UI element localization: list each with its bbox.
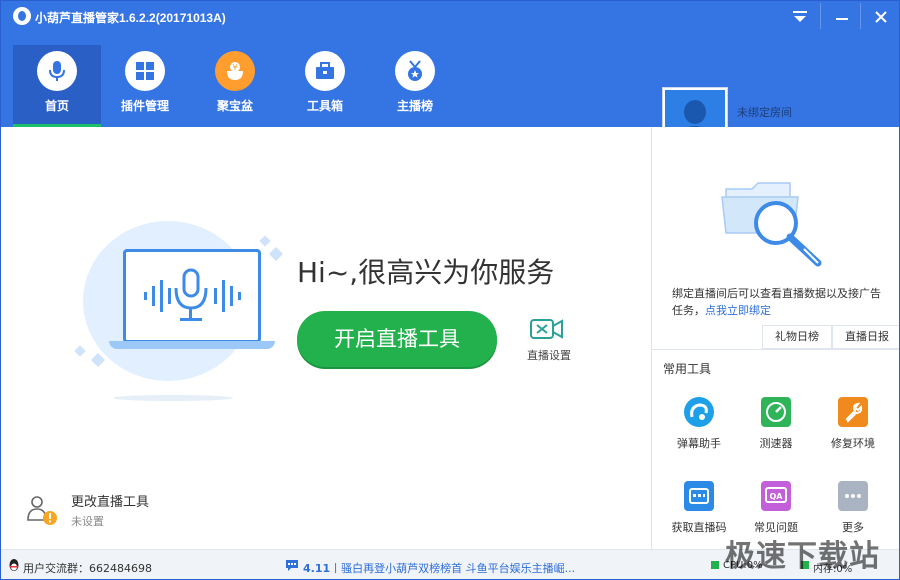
tool-repair-environment[interactable]: 修复环境: [820, 397, 886, 459]
qa-icon: QA: [761, 481, 791, 511]
nav-item-plugins[interactable]: 插件管理: [101, 45, 189, 127]
nav-item-treasure[interactable]: ¥ 聚宝盆: [191, 45, 279, 127]
change-live-tool[interactable]: 更改直播工具 未设置: [25, 489, 225, 529]
svg-text:¥: ¥: [232, 63, 237, 72]
news-headline: 丨骚白再登小葫芦双榜榜首 斗鱼平台娱乐主播崛...: [330, 562, 576, 575]
tool-get-stream-code[interactable]: 获取直播码: [666, 481, 732, 543]
plugin-icon: [125, 51, 165, 91]
close-icon: [875, 11, 887, 23]
tool-label: 弹幕助手: [677, 437, 721, 450]
users-warning-icon: [27, 496, 57, 525]
change-tool-status: 未设置: [71, 515, 104, 528]
live-settings-button[interactable]: 直播设置: [521, 317, 575, 363]
app-title: 小葫芦直播管家1.6.2.2(20171013A): [35, 11, 226, 25]
nav-item-ranking[interactable]: 主播榜: [371, 45, 459, 127]
repair-icon: [838, 397, 868, 427]
live-settings-label: 直播设置: [527, 349, 571, 362]
welcome-greeting: Hi~,很高兴为你服务: [297, 256, 555, 289]
right-panel: 绑定直播间后可以查看直播数据以及接广告任务，点我立即绑定 礼物日榜 直播日报 常…: [651, 127, 899, 549]
bind-description: 绑定直播间后可以查看直播数据以及接广告任务，点我立即绑定: [672, 285, 890, 319]
bind-description-text: 绑定直播间后可以查看直播数据以及接广告任务，: [672, 287, 881, 317]
tool-label: 测速器: [759, 437, 793, 450]
search-folder-icon: [721, 182, 822, 267]
nav-label: 首页: [44, 99, 69, 113]
nav-item-home[interactable]: 首页: [13, 45, 101, 127]
laptop-illustration: [123, 249, 261, 343]
tool-danmaku-assistant[interactable]: 弹幕助手: [666, 397, 732, 459]
close-button[interactable]: [866, 1, 896, 31]
nav-item-toolbox[interactable]: 工具箱: [281, 45, 369, 127]
cpu-indicator-icon: [711, 561, 719, 569]
news-version: 4.11: [303, 562, 331, 575]
nav-label: 聚宝盆: [216, 99, 253, 113]
change-tool-title: 更改直播工具: [71, 495, 150, 510]
laptop-base: [109, 341, 275, 349]
start-live-tool-button[interactable]: 开启直播工具: [297, 311, 497, 367]
news-ticker[interactable]: 4.11丨骚白再登小葫芦双榜榜首 斗鱼平台娱乐主播崛...: [303, 560, 575, 576]
tool-speed-test[interactable]: 测速器: [743, 397, 809, 459]
nav-label: 主播榜: [396, 99, 433, 113]
more-icon: [838, 481, 868, 511]
title-separator: [820, 3, 821, 29]
qq-group-info[interactable]: 用户交流群：662484698: [23, 560, 152, 576]
section-divider: [652, 349, 899, 350]
room-status: 未绑定房间: [737, 106, 792, 119]
speedometer-icon: [761, 397, 791, 427]
title-bar: 小葫芦直播管家1.6.2.2(20171013A): [1, 1, 899, 33]
tab-live-daily-report[interactable]: 直播日报: [832, 325, 899, 349]
menu-lines-icon: [793, 11, 807, 22]
title-separator: [860, 3, 861, 29]
minimize-icon: [836, 18, 848, 20]
common-tools-heading: 常用工具: [663, 362, 712, 376]
main-content: Hi~,很高兴为你服务 开启直播工具 直播设置 更改直播工具 未设置: [1, 127, 651, 549]
top-header: 小葫芦直播管家1.6.2.2(20171013A) 首页 插件管理 ¥ 聚宝盆 …: [1, 1, 899, 127]
message-bubble-icon: [286, 560, 298, 571]
qq-penguin-icon: [9, 559, 19, 571]
app-logo-icon: [13, 7, 31, 25]
video-settings-icon: [530, 319, 563, 339]
treasure-bowl-icon: ¥: [215, 51, 255, 91]
minimize-button[interactable]: [827, 1, 857, 31]
microphone-icon: [37, 51, 77, 91]
nav-label: 工具箱: [306, 99, 343, 113]
bind-now-link[interactable]: 点我立即绑定: [705, 304, 771, 317]
app-window: 小葫芦直播管家1.6.2.2(20171013A) 首页 插件管理 ¥ 聚宝盆 …: [0, 0, 900, 580]
toolbox-icon: [305, 51, 345, 91]
site-watermark: 极速下载站: [725, 539, 880, 574]
laptop-shadow: [113, 395, 233, 401]
nav-label: 插件管理: [120, 99, 169, 113]
voice-wave-microphone-icon: [144, 268, 241, 321]
svg-text:QA: QA: [770, 492, 784, 501]
medal-icon: [395, 51, 435, 91]
tab-gift-daily[interactable]: 礼物日榜: [762, 325, 832, 349]
menu-dropdown-button[interactable]: [785, 1, 815, 31]
danmaku-icon: [684, 397, 714, 427]
tool-label: 修复环境: [831, 437, 875, 450]
stream-code-icon: [684, 481, 714, 511]
